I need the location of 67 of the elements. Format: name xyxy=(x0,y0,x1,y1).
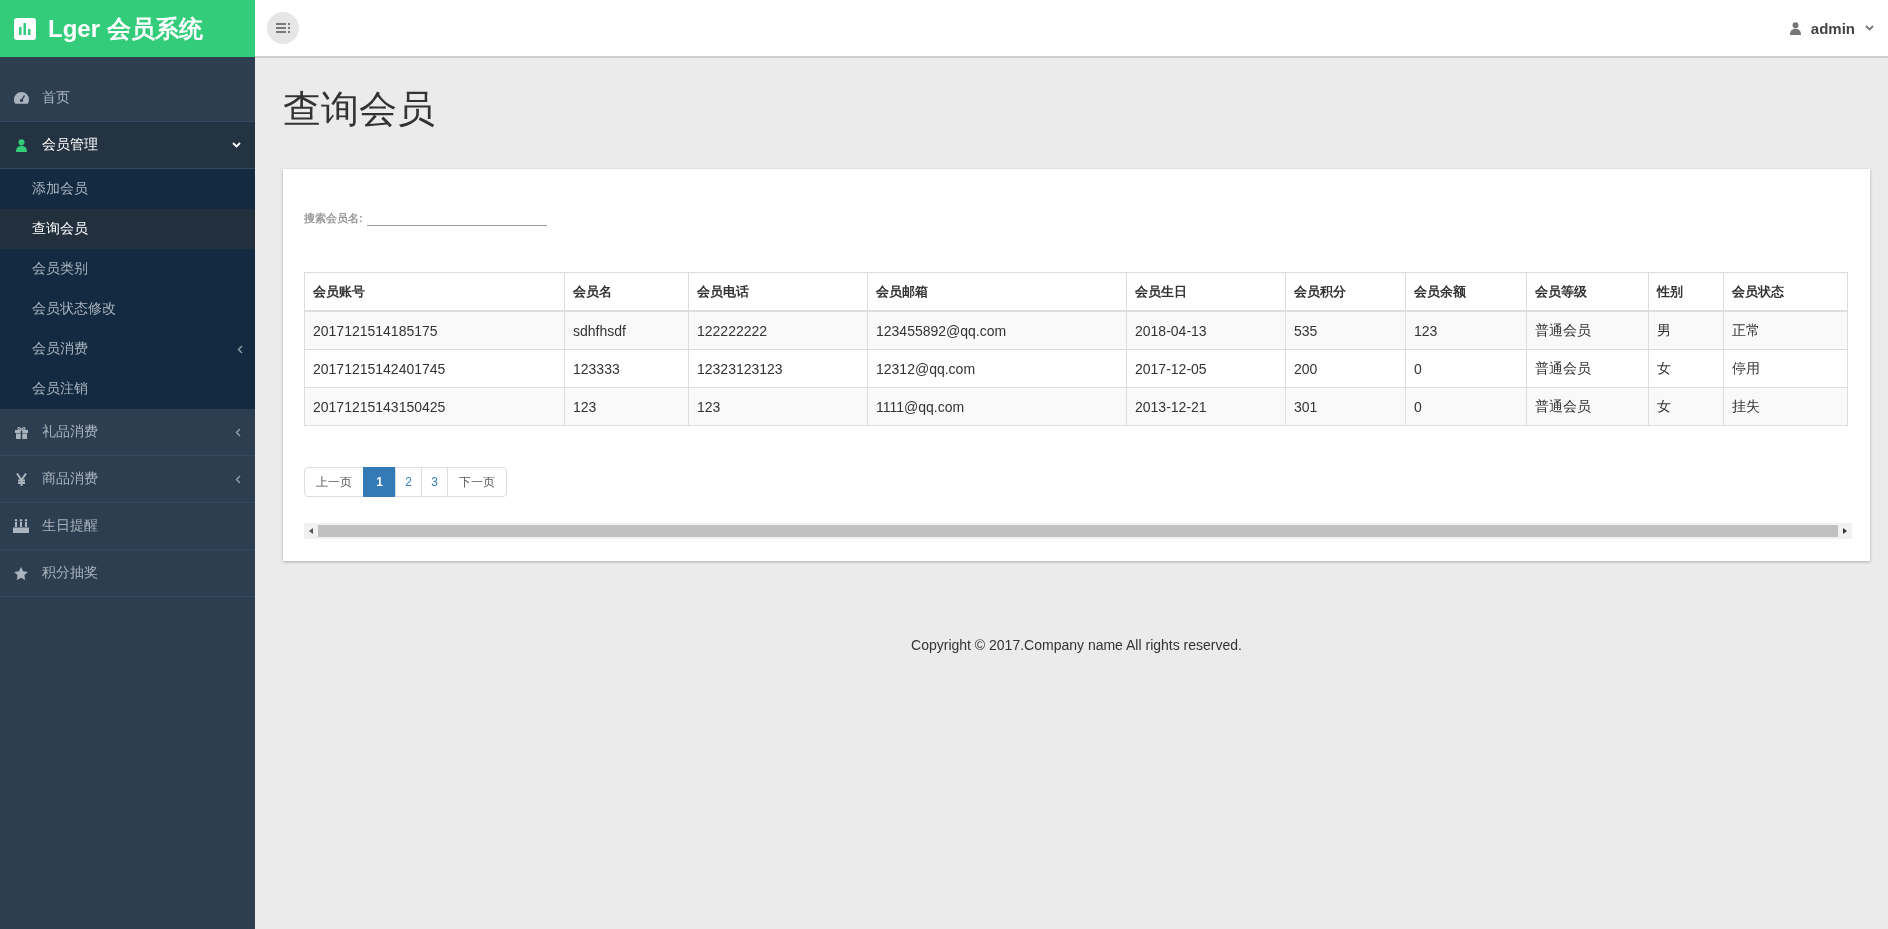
table-cell: 2017-12-05 xyxy=(1126,349,1286,388)
gift-icon xyxy=(14,425,28,439)
submenu-item[interactable]: 会员类别 xyxy=(0,249,255,289)
table-cell: 123333 xyxy=(564,349,689,388)
table-cell: 女 xyxy=(1648,387,1724,426)
app-title: Lger 会员系统 xyxy=(48,13,203,44)
table-cell: sdhfhsdf xyxy=(564,311,689,350)
bar-chart-logo-icon xyxy=(14,17,36,40)
table-cell: 普通会员 xyxy=(1526,349,1649,388)
chevron-left-icon xyxy=(237,344,243,354)
table-cell: 普通会员 xyxy=(1526,311,1649,350)
search-label: 搜索会员名: xyxy=(304,211,363,226)
submenu-item[interactable]: 会员消费 xyxy=(0,329,255,369)
page-number-button[interactable]: 2 xyxy=(395,467,422,497)
star-icon xyxy=(14,566,28,580)
table-cell: 123455892@qq.com xyxy=(867,311,1127,350)
user-icon xyxy=(15,138,27,152)
sidebar-menu-item[interactable]: 积分抽奖 xyxy=(0,550,255,597)
table-cell: 挂失 xyxy=(1723,387,1848,426)
sidebar-menu-item[interactable]: 生日提醒 xyxy=(0,503,255,550)
table-cell: 122222222 xyxy=(688,311,868,350)
page-number-button[interactable]: 3 xyxy=(421,467,448,497)
sidebar-toggle-button[interactable] xyxy=(267,12,299,44)
submenu-item[interactable]: 添加会员 xyxy=(0,169,255,209)
table-cell: 2013-12-21 xyxy=(1126,387,1286,426)
cake-icon xyxy=(13,519,29,533)
table-cell: 0 xyxy=(1405,387,1527,426)
next-page-button[interactable]: 下一页 xyxy=(447,467,507,497)
horizontal-scrollbar[interactable] xyxy=(304,523,1852,539)
table-cell: 正常 xyxy=(1723,311,1848,350)
table-cell: 男 xyxy=(1648,311,1724,350)
dashboard-gauge-icon xyxy=(13,92,29,104)
table-cell: 2017121514185175 xyxy=(304,311,565,350)
table-cell: 200 xyxy=(1285,349,1406,388)
table-cell: 301 xyxy=(1285,387,1406,426)
table-cell: 20171215142401745 xyxy=(304,349,565,388)
chevron-down-icon xyxy=(1865,25,1874,31)
previous-page-button[interactable]: 上一页 xyxy=(304,467,364,497)
table-cell: 停用 xyxy=(1723,349,1848,388)
table-cell: 1111@qq.com xyxy=(867,387,1127,426)
table-cell: 2018-04-13 xyxy=(1126,311,1286,350)
table-cell: 123 xyxy=(1405,311,1527,350)
table-cell: 12312@qq.com xyxy=(867,349,1127,388)
table-cell: 12323123123 xyxy=(688,349,868,388)
table-cell: 普通会员 xyxy=(1526,387,1649,426)
menu-icon xyxy=(276,23,290,33)
sidebar-menu-item[interactable]: 会员管理 xyxy=(0,122,255,169)
chevron-down-icon xyxy=(232,142,241,148)
table-cell: 535 xyxy=(1285,311,1406,350)
table-cell: 0 xyxy=(1405,349,1527,388)
table-cell: 123 xyxy=(564,387,689,426)
sidebar-menu-item[interactable]: 商品消费 xyxy=(0,456,255,503)
submenu-item[interactable]: 会员注销 xyxy=(0,369,255,409)
submenu-item[interactable]: 会员状态修改 xyxy=(0,289,255,329)
username-link[interactable]: admin xyxy=(1810,19,1855,37)
table-cell: 123 xyxy=(688,387,868,426)
page-number-button[interactable]: 1 xyxy=(363,467,396,497)
sidebar-menu-item[interactable]: 礼品消费 xyxy=(0,409,255,456)
table-cell: 女 xyxy=(1648,349,1724,388)
submenu-item[interactable]: 查询会员 xyxy=(0,209,255,249)
page-title: 查询会员 xyxy=(283,87,436,132)
user-icon xyxy=(1789,21,1801,35)
yen-icon xyxy=(15,472,27,486)
chevron-left-icon xyxy=(235,427,241,437)
chevron-left-icon xyxy=(235,474,241,484)
table-cell: 20171215143150425 xyxy=(304,387,565,426)
copyright-text: Copyright © 2017.Company name All rights reserved. xyxy=(910,637,1243,653)
